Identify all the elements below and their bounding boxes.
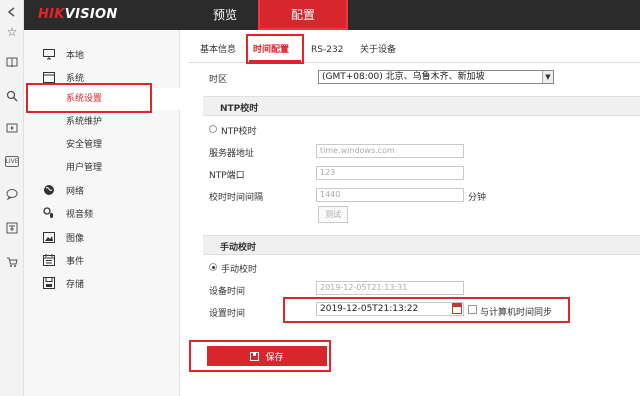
translate-icon[interactable] bbox=[4, 220, 20, 236]
ntp-port-input[interactable]: 123 bbox=[316, 166, 464, 180]
save-highlight-box bbox=[189, 340, 331, 372]
live-icon[interactable]: LIVE bbox=[5, 156, 19, 167]
sidebar-item-label: 图像 bbox=[66, 233, 85, 244]
system-icon bbox=[42, 70, 56, 84]
image-icon bbox=[42, 230, 56, 244]
chevron-down-icon[interactable]: ▼ bbox=[542, 71, 553, 83]
sidebar-item-label: 事件 bbox=[66, 256, 85, 267]
manual-section-header: 手动校时 bbox=[203, 235, 640, 255]
browser-side-toolbar: ☆ LIVE bbox=[0, 0, 24, 396]
logo-part-white: VISION bbox=[64, 7, 118, 22]
tab-about-device[interactable]: 关于设备 bbox=[360, 40, 396, 60]
timezone-select[interactable]: (GMT+08:00) 北京、乌鲁木齐、新加坡 ▼ bbox=[318, 70, 554, 84]
device-time-input: 2019-12-05T21:13:31 bbox=[316, 281, 464, 295]
star-icon[interactable]: ☆ bbox=[4, 24, 20, 40]
device-time-label: 设备时间 bbox=[209, 287, 246, 297]
sidebar-item-event[interactable]: 事件 bbox=[42, 252, 84, 268]
nav-preview[interactable]: 预览 bbox=[200, 0, 250, 30]
server-address-input[interactable]: time.windows.com bbox=[316, 144, 464, 158]
sidebar-item-users[interactable]: 用户管理 bbox=[66, 160, 102, 176]
cart-icon[interactable] bbox=[4, 254, 20, 270]
sidebar-item-label: 视音频 bbox=[66, 209, 94, 220]
tab-rs232[interactable]: RS-232 bbox=[311, 40, 343, 60]
ntp-radio-label: NTP校时 bbox=[221, 127, 257, 137]
sidebar-item-label: 系统 bbox=[66, 73, 85, 84]
set-time-highlight-box bbox=[283, 297, 570, 323]
book-icon[interactable] bbox=[4, 54, 20, 70]
ntp-port-label: NTP端口 bbox=[209, 171, 245, 181]
time-config-highlight-box bbox=[246, 34, 304, 64]
logo-part-red: HIK bbox=[38, 7, 65, 22]
server-address-label: 服务器地址 bbox=[209, 149, 255, 159]
storage-icon bbox=[42, 276, 56, 290]
manual-radio[interactable] bbox=[209, 263, 217, 271]
test-button[interactable]: 测试 bbox=[318, 206, 348, 223]
calendar-icon bbox=[42, 253, 56, 267]
sidebar-item-label: 网络 bbox=[66, 186, 85, 197]
back-arrow-icon[interactable] bbox=[4, 4, 20, 20]
ntp-section-header: NTP校时 bbox=[203, 96, 640, 116]
timezone-label: 时区 bbox=[209, 75, 228, 85]
system-settings-highlight-box bbox=[26, 83, 152, 113]
sidebar-item-security[interactable]: 安全管理 bbox=[66, 137, 102, 153]
interval-label: 校时时间间隔 bbox=[209, 193, 264, 203]
hikvision-logo: HIKVISION bbox=[38, 7, 118, 22]
tab-basic-info[interactable]: 基本信息 bbox=[200, 40, 236, 60]
config-highlight-box bbox=[258, 0, 348, 30]
top-header: HIKVISION 预览 配置 bbox=[24, 0, 640, 30]
timezone-value: (GMT+08:00) 北京、乌鲁木齐、新加坡 bbox=[322, 72, 485, 82]
manual-section-title: 手动校时 bbox=[220, 243, 257, 253]
monitor-icon bbox=[42, 47, 56, 61]
sidebar-item-storage[interactable]: 存储 bbox=[42, 275, 84, 291]
search-icon[interactable] bbox=[4, 88, 20, 104]
ntp-radio[interactable] bbox=[209, 125, 217, 133]
globe-icon bbox=[42, 183, 56, 197]
sidebar-item-label: 本地 bbox=[66, 50, 85, 61]
video-icon[interactable] bbox=[4, 120, 20, 136]
sidebar-item-video-audio[interactable]: 视音频 bbox=[42, 205, 93, 221]
sidebar-item-network[interactable]: 网络 bbox=[42, 182, 84, 198]
camera-mic-icon bbox=[42, 206, 56, 220]
sidebar-item-image[interactable]: 图像 bbox=[42, 229, 84, 245]
sidebar-item-label: 存储 bbox=[66, 279, 85, 290]
sidebar-item-system-maintenance[interactable]: 系统维护 bbox=[66, 114, 102, 130]
interval-input[interactable]: 1440 bbox=[316, 188, 464, 202]
interval-unit: 分钟 bbox=[468, 193, 487, 203]
manual-radio-label: 手动校时 bbox=[221, 265, 258, 275]
set-time-label: 设置时间 bbox=[209, 309, 246, 319]
sidebar-item-local[interactable]: 本地 bbox=[42, 46, 84, 62]
chat-icon[interactable] bbox=[4, 186, 20, 202]
ntp-section-title: NTP校时 bbox=[220, 104, 259, 114]
